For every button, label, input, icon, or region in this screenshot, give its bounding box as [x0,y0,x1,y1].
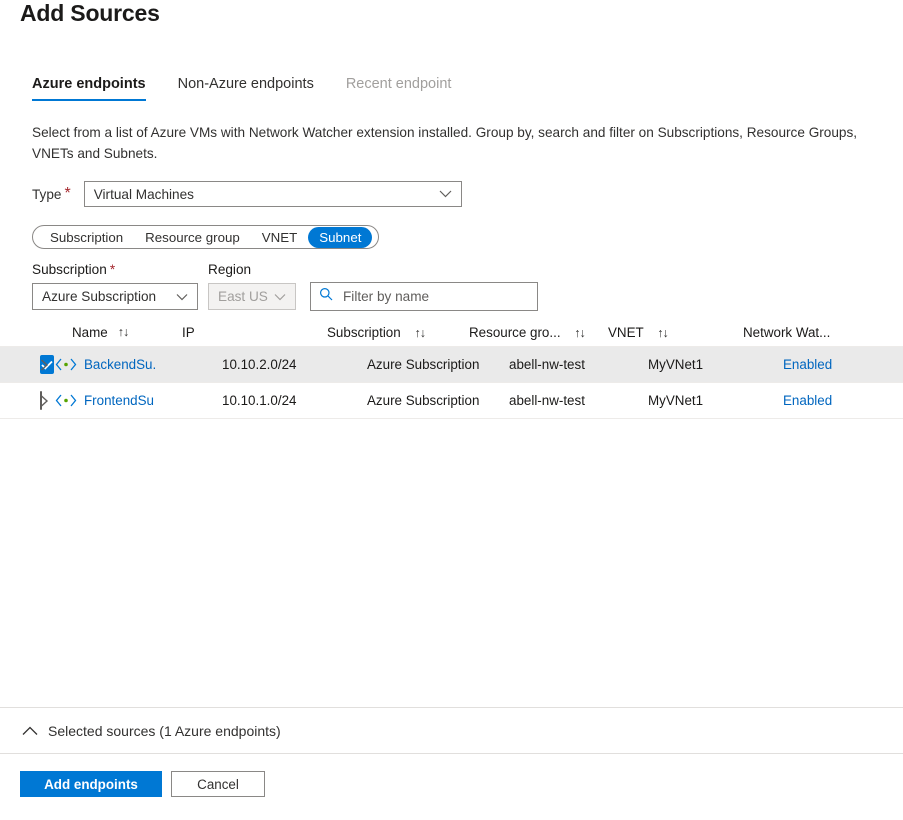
panel-description: Select from a list of Azure VMs with Net… [32,122,872,164]
row-vnet: MyVNet1 [648,357,783,372]
column-header-name: Name ↑↓ [0,325,182,340]
row-name-link[interactable]: BackendSu. [84,357,156,372]
endpoints-table: Name ↑↓ IP Subscription ↑↓ Resource gro.… [0,318,903,419]
region-select-value: East US [218,289,268,304]
group-by-subscription[interactable]: Subscription [39,227,134,248]
sort-toggle-resource-group[interactable]: ↑↓ [574,326,585,340]
row-name-cell: BackendSu. [40,357,222,372]
row-checkbox-cell [0,355,40,374]
filter-row: Subscription* Region Azure Subscription … [32,262,538,311]
row-network-watcher-link[interactable]: Enabled [783,357,903,372]
table-row[interactable]: BackendSu. 10.10.2.0/24 Azure Subscripti… [0,347,903,383]
chevron-down-icon [439,190,452,198]
row-name-link[interactable]: FrontendSu [84,393,154,408]
tab-recent-endpoint: Recent endpoint [346,76,468,101]
add-endpoints-button[interactable]: Add endpoints [20,771,162,797]
page-title: Add Sources [20,0,160,27]
column-header-name-label: Name [72,325,108,340]
chevron-up-icon[interactable] [22,726,38,736]
subscription-label: Subscription [32,262,107,277]
sort-toggle-subscription[interactable]: ↑↓ [414,326,425,340]
table-header-row: Name ↑↓ IP Subscription ↑↓ Resource gro.… [0,318,903,347]
subnet-icon [55,394,77,407]
row-ip: 10.10.2.0/24 [222,357,367,372]
group-by-resource-group[interactable]: Resource group [134,227,251,248]
chevron-down-icon [274,293,286,300]
column-header-ip: IP [182,325,327,340]
chevron-right-icon[interactable] [40,395,49,407]
subnet-icon [55,358,77,371]
column-header-subscription-label: Subscription [327,325,401,340]
search-input[interactable] [341,288,529,305]
column-header-resource-group-label: Resource gro... [469,325,561,340]
subscription-select-value: Azure Subscription [42,289,156,304]
table-row[interactable]: FrontendSu 10.10.1.0/24 Azure Subscripti… [0,383,903,419]
type-required-marker: * [64,185,70,203]
footer-actions: Add endpoints Cancel [20,771,265,797]
sort-toggle-name[interactable]: ↑↓ [118,325,129,339]
chevron-right-icon[interactable] [40,359,49,371]
subscription-required-marker: * [110,262,115,277]
tab-non-azure-endpoints[interactable]: Non-Azure endpoints [178,76,330,101]
subscription-label-wrap: Subscription* [32,262,208,277]
add-sources-panel: Add Sources Azure endpoints Non-Azure en… [0,0,903,820]
tab-azure-endpoints[interactable]: Azure endpoints [32,76,162,101]
cancel-button[interactable]: Cancel [171,771,265,797]
group-by-vnet[interactable]: VNET [251,227,308,248]
row-ip: 10.10.1.0/24 [222,393,367,408]
column-header-vnet: VNET ↑↓ [608,325,743,340]
tab-bar: Azure endpoints Non-Azure endpoints Rece… [32,76,483,101]
row-name-cell: FrontendSu [40,393,222,408]
selected-sources-label: Selected sources (1 Azure endpoints) [48,723,281,739]
region-label: Region [208,262,251,277]
search-box[interactable] [310,282,538,311]
column-header-subscription: Subscription ↑↓ [327,325,469,340]
column-header-network-watcher: Network Wat... [743,325,863,340]
column-header-vnet-label: VNET [608,325,643,340]
type-select-value: Virtual Machines [94,187,194,202]
type-label: Type [32,187,61,202]
group-by-subnet[interactable]: Subnet [308,227,372,248]
row-resource-group: abell-nw-test [509,357,648,372]
region-select: East US [208,283,296,310]
column-header-resource-group: Resource gro... ↑↓ [469,325,608,340]
chevron-down-icon [176,293,188,300]
selected-sources-bar[interactable]: Selected sources (1 Azure endpoints) [0,707,903,754]
group-by-pivot: Subscription Resource group VNET Subnet [32,225,379,249]
subscription-select[interactable]: Azure Subscription [32,283,198,310]
type-field-row: Type * Virtual Machines [32,181,462,207]
type-select[interactable]: Virtual Machines [84,181,462,207]
row-network-watcher-link[interactable]: Enabled [783,393,903,408]
row-checkbox-cell [0,391,40,410]
row-resource-group: abell-nw-test [509,393,648,408]
sort-toggle-vnet[interactable]: ↑↓ [657,326,668,340]
row-subscription: Azure Subscription [367,393,509,408]
row-vnet: MyVNet1 [648,393,783,408]
row-subscription: Azure Subscription [367,357,509,372]
search-icon [319,287,333,306]
